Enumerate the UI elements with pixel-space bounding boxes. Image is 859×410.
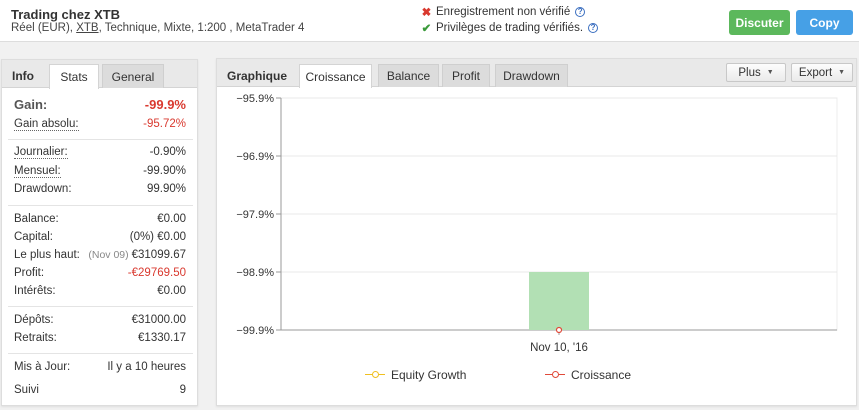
balance-row: Balance: €0.00 bbox=[14, 211, 186, 227]
legend-equity-growth[interactable]: Equity Growth bbox=[365, 368, 466, 382]
divider bbox=[8, 353, 193, 354]
withdrawals-label: Retraits: bbox=[14, 332, 57, 344]
divider bbox=[8, 205, 193, 206]
highest-value: €31099.67 bbox=[131, 249, 186, 261]
export-dropdown[interactable]: Export ▼ bbox=[791, 63, 853, 82]
drawdown-label: Drawdown: bbox=[14, 183, 72, 195]
profit-label: Profit: bbox=[14, 267, 45, 279]
withdrawals-value: €1330.17 bbox=[138, 332, 186, 344]
discuss-button[interactable]: Discuter bbox=[729, 10, 790, 35]
stats-panel: Info Stats General Gain: -99.9% Gain abs… bbox=[1, 59, 198, 406]
daily-row: Journalier: -0.90% bbox=[14, 144, 186, 160]
export-label: Export bbox=[798, 66, 833, 79]
highest-row: Le plus haut: (Nov 09) €31099.67 bbox=[14, 247, 186, 263]
followers-row: Suivi 9 bbox=[14, 382, 186, 398]
legend-growth[interactable]: Croissance bbox=[545, 368, 631, 382]
balance-value: €0.00 bbox=[157, 213, 186, 225]
privileges-text: Privilèges de trading vérifiés. bbox=[436, 22, 584, 34]
trading-privileges-status: ✔ Privilèges de trading vérifiés. ? bbox=[420, 21, 599, 35]
updated-value: Il y a 10 heures bbox=[107, 361, 186, 373]
deposits-row: Dépôts: €31000.00 bbox=[14, 312, 186, 328]
chart-panel-title: Graphique bbox=[227, 68, 288, 83]
followers-label: Suivi bbox=[14, 384, 39, 396]
more-dropdown[interactable]: Plus ▼ bbox=[726, 63, 786, 82]
drawdown-value: 99.90% bbox=[146, 183, 186, 195]
interest-row: Intérêts: €0.00 bbox=[14, 283, 186, 299]
updated-label: Mis à Jour: bbox=[14, 361, 71, 373]
account-header: Trading chez XTB Réel (EUR), XTB, Techni… bbox=[0, 0, 859, 42]
y-tick-label: −98.9% bbox=[236, 267, 274, 279]
chevron-down-icon: ▼ bbox=[838, 69, 846, 76]
divider bbox=[8, 139, 193, 140]
monthly-label[interactable]: Mensuel: bbox=[14, 165, 61, 178]
help-icon[interactable]: ? bbox=[588, 23, 599, 33]
tab-profit[interactable]: Profit bbox=[442, 64, 490, 87]
followers-value: 9 bbox=[179, 384, 186, 396]
profit-row: Profit: -€29769.50 bbox=[14, 265, 186, 281]
legend-marker bbox=[365, 370, 385, 380]
daily-value: -0.90% bbox=[149, 146, 186, 158]
gain-value: -99.9% bbox=[144, 96, 186, 112]
gain-row: Gain: -99.9% bbox=[14, 96, 186, 112]
tab-info-label: Info bbox=[12, 69, 34, 83]
absolute-gain-value: -95.72% bbox=[143, 118, 186, 130]
stats-tabs: Info Stats General bbox=[2, 60, 197, 89]
chart-panel: Graphique Croissance Balance Profit Draw… bbox=[216, 58, 857, 406]
interest-label: Intérêts: bbox=[14, 285, 56, 297]
help-icon[interactable]: ? bbox=[575, 7, 586, 17]
growth-point bbox=[555, 326, 563, 334]
account-details: , Technique, Mixte, 1:200 , MetaTrader 4 bbox=[98, 22, 305, 34]
broker-link[interactable]: XTB bbox=[76, 22, 98, 34]
y-tick-label: −97.9% bbox=[236, 209, 274, 221]
monthly-value: -99.90% bbox=[143, 165, 186, 177]
chart-tabs: Graphique Croissance Balance Profit Draw… bbox=[217, 59, 856, 88]
tab-stats[interactable]: Stats bbox=[49, 64, 99, 89]
gain-label: Gain: bbox=[14, 96, 48, 112]
highest-value-group: (Nov 09) €31099.67 bbox=[88, 249, 186, 261]
highest-label: Le plus haut: bbox=[14, 249, 80, 261]
capital-value: (0%) €0.00 bbox=[129, 231, 186, 243]
account-title: Trading chez XTB bbox=[11, 7, 121, 22]
profit-value: -€29769.50 bbox=[127, 267, 186, 279]
interest-value: €0.00 bbox=[157, 285, 186, 297]
legend-marker bbox=[545, 370, 565, 380]
tab-growth[interactable]: Croissance bbox=[299, 64, 372, 88]
copy-button[interactable]: Copy bbox=[796, 10, 853, 35]
balance-label: Balance: bbox=[14, 213, 59, 225]
checkmark-icon: ✔ bbox=[421, 23, 432, 35]
absolute-gain-label[interactable]: Gain absolu: bbox=[14, 118, 79, 131]
divider bbox=[8, 306, 193, 307]
y-tick-label: −99.9% bbox=[236, 325, 274, 337]
tab-drawdown[interactable]: Drawdown bbox=[495, 64, 568, 87]
growth-chart: −95.9% −96.9% −97.9% −98.9% −99.9% Nov 10, '1… bbox=[236, 93, 838, 354]
tab-balance[interactable]: Balance bbox=[378, 64, 439, 87]
more-label: Plus bbox=[738, 66, 761, 79]
tab-general[interactable]: General bbox=[102, 64, 164, 88]
highest-date: (Nov 09) bbox=[88, 249, 129, 261]
updated-row: Mis à Jour: Il y a 10 heures bbox=[14, 359, 186, 375]
cross-icon: ✖ bbox=[421, 7, 432, 19]
x-tick-label: Nov 10, '16 bbox=[530, 342, 588, 354]
account-type: Réel (EUR), bbox=[11, 22, 77, 34]
capital-row: Capital: (0%) €0.00 bbox=[14, 229, 186, 245]
legend-label: Equity Growth bbox=[391, 368, 467, 382]
deposits-value: €31000.00 bbox=[131, 314, 186, 326]
absolute-gain-row: Gain absolu: -95.72% bbox=[14, 116, 186, 132]
chevron-down-icon: ▼ bbox=[766, 69, 774, 76]
legend-label: Croissance bbox=[571, 368, 632, 382]
monthly-row: Mensuel: -99.90% bbox=[14, 163, 186, 179]
deposits-label: Dépôts: bbox=[14, 314, 54, 326]
registration-status: ✖ Enregistrement non vérifié ? bbox=[420, 5, 586, 19]
y-tick-label: −95.9% bbox=[236, 93, 274, 105]
registration-text: Enregistrement non vérifié bbox=[436, 6, 571, 18]
daily-label[interactable]: Journalier: bbox=[14, 146, 68, 159]
drawdown-row: Drawdown: 99.90% bbox=[14, 181, 186, 197]
capital-label: Capital: bbox=[14, 231, 53, 243]
y-tick-label: −96.9% bbox=[236, 151, 274, 163]
account-subtitle: Réel (EUR), XTB, Technique, Mixte, 1:200… bbox=[11, 22, 304, 34]
bar bbox=[529, 272, 589, 330]
withdrawals-row: Retraits: €1330.17 bbox=[14, 330, 186, 346]
